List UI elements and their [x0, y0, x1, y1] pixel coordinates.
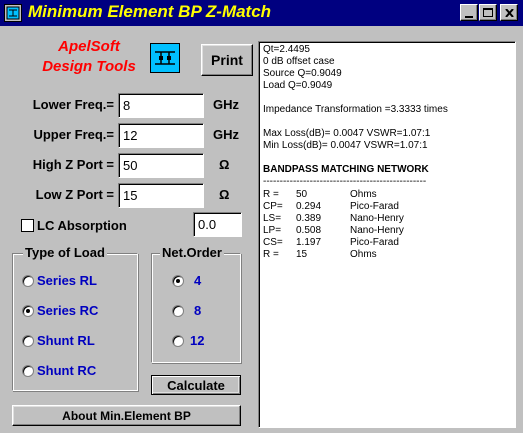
result-line: Min Loss(dB)= 0.0047 VSWR=1.07:1: [263, 140, 428, 151]
apelsoft-logo: ApelSoft Design Tools: [30, 37, 148, 77]
network-unit: Nano-Henry: [350, 213, 404, 224]
low-z-unit: Ω: [219, 187, 230, 202]
radio-order-12[interactable]: 12: [172, 333, 204, 348]
close-button[interactable]: [500, 4, 518, 21]
network-value: 50: [296, 189, 308, 200]
net-order-title: Net.Order: [160, 245, 224, 260]
radio-series-rl[interactable]: Series RL: [22, 273, 97, 288]
results-output[interactable]: Qt=2.4495 0 dB offset case Source Q=0.90…: [258, 41, 516, 428]
network-name: R =: [263, 249, 279, 260]
radio-button[interactable]: [172, 304, 184, 317]
lc-absorption-field[interactable]: 0.0: [193, 212, 242, 237]
minimize-icon: [465, 15, 473, 18]
high-z-field[interactable]: 50: [118, 153, 204, 178]
high-z-unit: Ω: [219, 157, 230, 172]
network-unit: Pico-Farad: [350, 201, 399, 212]
low-z-field[interactable]: 15: [118, 183, 204, 208]
network-value: 15: [296, 249, 308, 260]
radio-label: Series RL: [37, 273, 97, 288]
low-z-label: Low Z Port =: [35, 187, 114, 202]
radio-shunt-rl[interactable]: Shunt RL: [22, 333, 95, 348]
radio-label: 8: [194, 303, 202, 318]
print-button[interactable]: Print: [201, 44, 253, 76]
radio-label: Series RC: [37, 303, 99, 318]
network-name: R =: [263, 189, 279, 200]
lower-freq-field[interactable]: 8: [118, 93, 204, 118]
window-client: ApelSoft Design Tools Print Lower Freq.=…: [0, 26, 523, 433]
title-bar: Minimum Element BP Z-Match: [0, 0, 523, 26]
network-name: LS=: [263, 213, 282, 224]
network-unit: Ohms: [350, 249, 377, 260]
close-icon: [504, 8, 514, 17]
network-value: 0.508: [296, 225, 322, 236]
network-value: 1.197: [296, 237, 322, 248]
network-unit: Ohms: [350, 189, 377, 200]
radio-series-rc[interactable]: Series RC: [22, 303, 98, 318]
lc-absorption-label: LC Absorption: [37, 218, 127, 233]
result-line: Max Loss(dB)= 0.0047 VSWR=1.07:1: [263, 128, 431, 139]
radio-button[interactable]: [22, 274, 34, 287]
result-line: Load Q=0.9049: [263, 80, 333, 91]
app-icon[interactable]: [4, 4, 22, 22]
radio-label: Shunt RC: [37, 363, 97, 378]
result-divider: ----------------------------------------…: [263, 176, 427, 187]
result-heading: BANDPASS MATCHING NETWORK: [263, 164, 429, 175]
network-name: CP=: [263, 201, 283, 212]
radio-button[interactable]: [172, 334, 184, 347]
circuit-icon: [150, 43, 180, 73]
result-line: Impedance Transformation =3.3333 times: [263, 104, 448, 115]
network-name: LP=: [263, 225, 282, 236]
radio-label: 4: [194, 273, 202, 288]
upper-freq-unit: GHz: [213, 127, 239, 142]
network-unit: Pico-Farad: [350, 237, 399, 248]
radio-button[interactable]: [22, 364, 34, 377]
upper-freq-label: Upper Freq.=: [33, 127, 114, 142]
radio-label: Shunt RL: [37, 333, 95, 348]
logo-line-1: ApelSoft: [58, 38, 120, 55]
lc-absorption-checkbox[interactable]: [21, 219, 34, 232]
network-name: CS=: [263, 237, 283, 248]
logo-line-2: Design Tools: [42, 58, 136, 75]
result-line: Qt=2.4495: [263, 44, 310, 55]
radio-selected-dot: [176, 278, 180, 283]
network-value: 0.389: [296, 213, 322, 224]
radio-button[interactable]: [22, 334, 34, 347]
radio-button[interactable]: [22, 304, 34, 317]
radio-order-4[interactable]: 4: [172, 273, 201, 288]
about-button[interactable]: About Min.Element BP: [12, 405, 241, 426]
result-line: 0 dB offset case: [263, 56, 335, 67]
radio-order-8[interactable]: 8: [172, 303, 201, 318]
maximize-button[interactable]: [479, 4, 497, 21]
calculate-button[interactable]: Calculate: [151, 375, 241, 395]
radio-shunt-rc[interactable]: Shunt RC: [22, 363, 96, 378]
window-title: Minimum Element BP Z-Match: [28, 2, 272, 21]
lower-freq-unit: GHz: [213, 97, 239, 112]
network-unit: Nano-Henry: [350, 225, 404, 236]
minimize-button[interactable]: [460, 4, 478, 21]
radio-label: 12: [190, 333, 205, 348]
network-value: 0.294: [296, 201, 322, 212]
upper-freq-field[interactable]: 12: [118, 123, 204, 148]
lower-freq-label: Lower Freq.=: [32, 97, 114, 112]
result-line: Source Q=0.9049: [263, 68, 342, 79]
radio-button[interactable]: [172, 274, 184, 287]
type-of-load-title: Type of Load: [23, 245, 107, 260]
high-z-label: High Z Port =: [32, 157, 114, 172]
radio-selected-dot: [26, 308, 30, 313]
maximize-icon: [483, 8, 493, 17]
